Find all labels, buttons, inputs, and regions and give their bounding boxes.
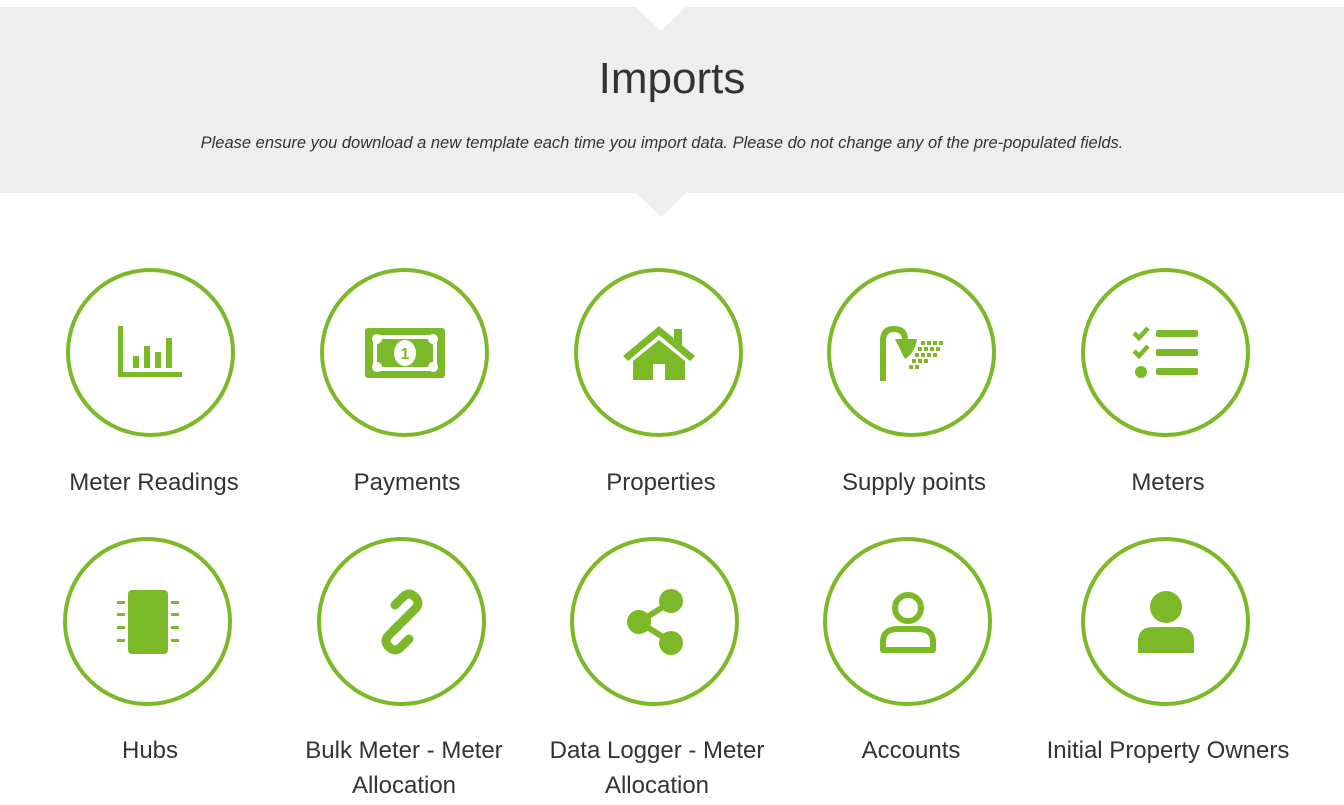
banner-top-notch [636, 7, 686, 31]
meter-readings-circle-button[interactable] [66, 268, 235, 437]
meters-circle-button[interactable] [1081, 268, 1250, 437]
checklist-icon [1132, 325, 1198, 378]
payments-circle-button[interactable]: 1 [320, 268, 489, 437]
bar-chart-icon [117, 325, 182, 377]
properties-label[interactable]: Properties [531, 465, 791, 500]
page-title: Imports [598, 54, 746, 103]
shower-icon [879, 325, 943, 381]
supply-points-label[interactable]: Supply points [784, 465, 1044, 500]
hubs-circle-button[interactable] [63, 537, 232, 706]
share-icon [626, 588, 683, 655]
svg-text:1: 1 [400, 346, 409, 363]
house-icon [622, 325, 695, 380]
initial-property-owners-circle-button[interactable] [1081, 537, 1250, 706]
bulk-meter-allocation-circle-button[interactable] [317, 537, 486, 706]
user-icon [1137, 590, 1194, 653]
user-outline-icon [879, 591, 936, 653]
hubs-label[interactable]: Hubs [20, 733, 280, 768]
meters-label[interactable]: Meters [1038, 465, 1298, 500]
properties-circle-button[interactable] [574, 268, 743, 437]
initial-property-owners-label[interactable]: Initial Property Owners [1038, 733, 1298, 768]
page-subtitle: Please ensure you download a new templat… [200, 134, 1124, 152]
supply-points-circle-button[interactable] [827, 268, 996, 437]
payments-label[interactable]: Payments [277, 465, 537, 500]
link-icon [381, 589, 422, 654]
data-logger-allocation-label[interactable]: Data Logger - Meter Allocation [527, 733, 787, 803]
meter-readings-label[interactable]: Meter Readings [24, 465, 284, 500]
banner-bottom-pointer [636, 193, 686, 217]
accounts-circle-button[interactable] [823, 537, 992, 706]
bulk-meter-allocation-label[interactable]: Bulk Meter - Meter Allocation [274, 733, 534, 803]
banknote-icon: 1 [364, 327, 445, 378]
chip-icon [116, 589, 179, 654]
accounts-label[interactable]: Accounts [781, 733, 1041, 768]
data-logger-allocation-circle-button[interactable] [570, 537, 739, 706]
